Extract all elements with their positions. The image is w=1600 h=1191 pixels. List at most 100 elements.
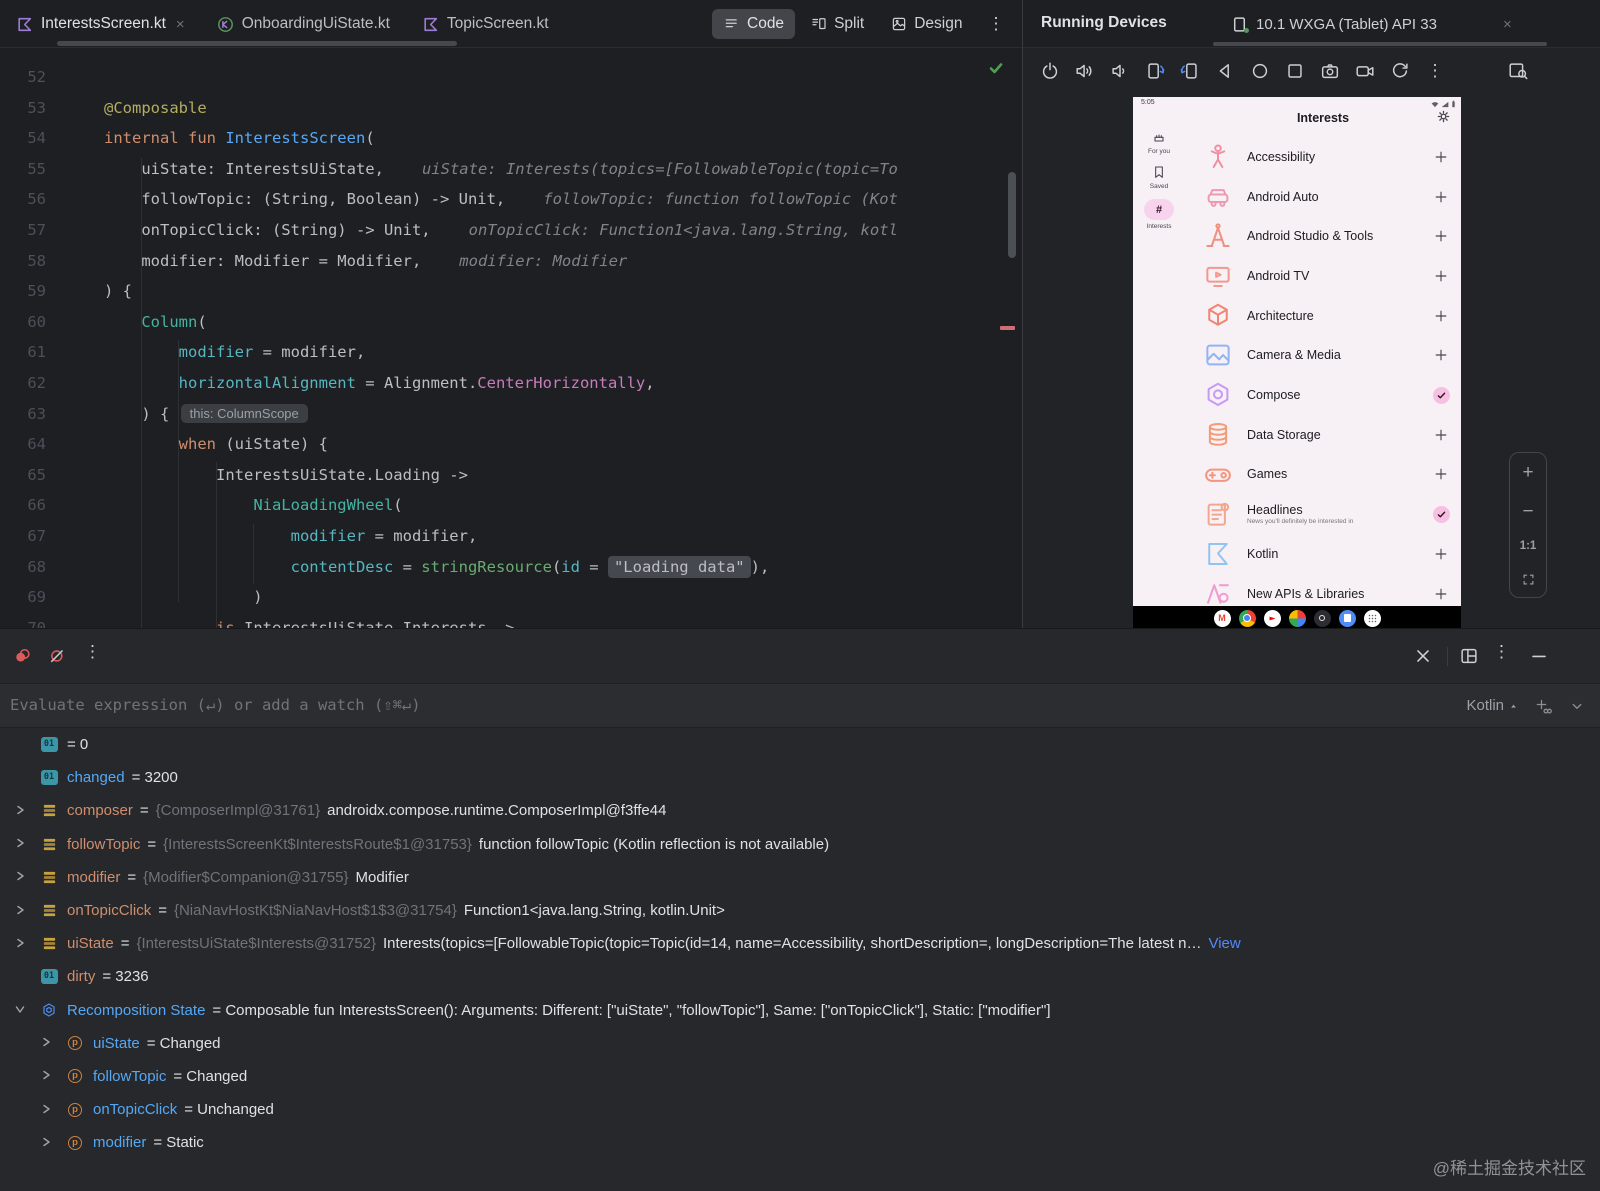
- restart-icon[interactable]: [1389, 60, 1411, 82]
- volume-down-icon[interactable]: [1109, 60, 1131, 82]
- chevron-right-icon[interactable]: [40, 1103, 58, 1117]
- code-line[interactable]: 53 @Composable: [0, 93, 1022, 124]
- topic-row-camera-media[interactable]: Camera & Media: [1185, 336, 1461, 376]
- watch-row-changed[interactable]: 01 changed = 3200: [0, 761, 1600, 794]
- code-line[interactable]: 57 onTopicClick: (String) -> Unit, onTopi…: [0, 215, 1022, 246]
- follow-plus-icon[interactable]: [1434, 467, 1448, 481]
- watch-row[interactable]: 01 = 0: [0, 728, 1600, 761]
- code-line[interactable]: 62 horizontalAlignment = Alignment.Cente…: [0, 368, 1022, 399]
- nav-rail-item-saved[interactable]: Saved: [1150, 164, 1168, 190]
- topic-row-compose[interactable]: Compose: [1185, 375, 1461, 415]
- code-line[interactable]: 66 NiaLoadingWheel(: [0, 490, 1022, 521]
- apps-app-icon[interactable]: [1363, 609, 1381, 627]
- follow-plus-icon[interactable]: [1434, 150, 1448, 164]
- mute-breakpoints-icon[interactable]: [46, 645, 68, 667]
- screenshot-icon[interactable]: [1319, 60, 1341, 82]
- power-icon[interactable]: [1039, 60, 1061, 82]
- code-line[interactable]: 61 modifier = modifier,: [0, 337, 1022, 368]
- chrome-app-icon[interactable]: [1238, 609, 1256, 627]
- editor-more-icon[interactable]: ⋮: [977, 14, 1014, 34]
- chevron-right-icon[interactable]: [40, 1069, 58, 1083]
- device-tab[interactable]: 10.1 WXGA (Tablet) API 33 ×: [1223, 0, 1520, 48]
- follow-plus-icon[interactable]: [1434, 309, 1448, 323]
- topic-row-data-storage[interactable]: Data Storage: [1185, 415, 1461, 455]
- watch-row-composer[interactable]: composer = {ComposerImpl@31761} androidx.co…: [0, 794, 1600, 827]
- watch-row-followtopic[interactable]: p followTopic = Changed: [0, 1060, 1600, 1093]
- watch-row-uistate[interactable]: uiState = {InterestsUiState$Interests@3175…: [0, 927, 1600, 960]
- followed-check-icon[interactable]: [1433, 505, 1450, 523]
- panel-more-icon[interactable]: ⋮: [1493, 642, 1515, 664]
- code-line[interactable]: 64 when (uiState) {: [0, 429, 1022, 460]
- watch-row-uistate[interactable]: p uiState = Changed: [0, 1027, 1600, 1060]
- breakpoints-icon[interactable]: [12, 645, 34, 667]
- code-line[interactable]: 52: [0, 62, 1022, 93]
- follow-plus-icon[interactable]: [1434, 229, 1448, 243]
- fit-screen-button[interactable]: [1521, 572, 1536, 587]
- code-line[interactable]: 55 uiState: InterestsUiState, uiState: In…: [0, 154, 1022, 185]
- followed-check-icon[interactable]: [1433, 386, 1450, 404]
- topic-row-kotlin[interactable]: Kotlin: [1185, 534, 1461, 574]
- add-watch-icon[interactable]: [1534, 697, 1552, 715]
- back-icon[interactable]: [1214, 60, 1236, 82]
- home-icon[interactable]: [1249, 60, 1271, 82]
- follow-plus-icon[interactable]: [1434, 428, 1448, 442]
- youtube-app-icon[interactable]: [1263, 609, 1281, 627]
- topic-row-android-studio-tools[interactable]: Android Studio & Tools: [1185, 216, 1461, 256]
- follow-plus-icon[interactable]: [1434, 269, 1448, 283]
- watch-row-modifier[interactable]: p modifier = Static: [0, 1126, 1600, 1159]
- topic-row-android-auto[interactable]: Android Auto: [1185, 177, 1461, 217]
- nav-rail-item-for-you[interactable]: For you: [1148, 129, 1170, 155]
- design-view-button[interactable]: Design: [879, 9, 973, 39]
- chevron-right-icon[interactable]: [40, 1036, 58, 1050]
- watch-row-modifier[interactable]: modifier = {Modifier$Companion@31755} Modif…: [0, 861, 1600, 894]
- close-panel-icon[interactable]: [1412, 645, 1434, 667]
- topic-row-games[interactable]: Games: [1185, 455, 1461, 495]
- watch-row-followtopic[interactable]: followTopic = {InterestsScreenKt$Interests…: [0, 828, 1600, 861]
- follow-plus-icon[interactable]: [1434, 587, 1448, 601]
- watch-row-dirty[interactable]: 01 dirty = 3236: [0, 960, 1600, 993]
- code-view-button[interactable]: Code: [712, 9, 796, 39]
- code-line[interactable]: 68 contentDesc = stringResource(id = "Lo…: [0, 552, 1022, 583]
- code-line[interactable]: 63 ) { this: ColumnScope: [0, 399, 1022, 430]
- chevron-right-icon[interactable]: [14, 804, 32, 818]
- chevron-right-icon[interactable]: [40, 1136, 58, 1150]
- split-view-button[interactable]: Split: [799, 9, 875, 39]
- screen-search-icon[interactable]: [1507, 60, 1529, 82]
- more-icon[interactable]: ⋮: [1424, 60, 1446, 82]
- zoom-out-button[interactable]: −: [1522, 502, 1533, 521]
- zoom-ratio-button[interactable]: 1:1: [1520, 540, 1537, 552]
- code-line[interactable]: 69 ): [0, 582, 1022, 613]
- watch-row-ontopicclick[interactable]: p onTopicClick = Unchanged: [0, 1093, 1600, 1126]
- topic-row-new-apis-libraries[interactable]: New APIs & Libraries: [1185, 574, 1461, 606]
- emulator-screen[interactable]: 5:05 Interests For you Saved # Interests Ac…: [1133, 97, 1461, 606]
- follow-plus-icon[interactable]: [1434, 190, 1448, 204]
- photos-app-icon[interactable]: [1288, 609, 1306, 627]
- code-line[interactable]: 54 internal fun InterestsScreen(: [0, 123, 1022, 154]
- topic-row-headlines[interactable]: Headlines News you'll definitely be inter…: [1185, 494, 1461, 534]
- android-app-icon[interactable]: [1313, 609, 1331, 627]
- zoom-in-button[interactable]: +: [1522, 463, 1533, 482]
- minimize-icon[interactable]: [1528, 645, 1550, 667]
- inspection-ok-icon[interactable]: [988, 60, 1004, 76]
- rotate-right-icon[interactable]: [1179, 60, 1201, 82]
- record-icon[interactable]: [1354, 60, 1376, 82]
- topic-row-architecture[interactable]: Architecture: [1185, 296, 1461, 336]
- code-line[interactable]: 58 modifier: Modifier = Modifier, modifie…: [0, 246, 1022, 277]
- device-tab-scrollbar[interactable]: [1213, 42, 1547, 46]
- follow-plus-icon[interactable]: [1434, 348, 1448, 362]
- close-device-tab-icon[interactable]: ×: [1503, 16, 1512, 33]
- code-line[interactable]: 60 Column(: [0, 307, 1022, 338]
- chevron-down-icon[interactable]: [14, 1003, 32, 1017]
- emulator-display[interactable]: 5:05 Interests For you Saved # Interests Ac…: [1133, 97, 1461, 630]
- overview-icon[interactable]: [1284, 60, 1306, 82]
- watch-row-recomposition-state[interactable]: Recomposition State = Composable fun Inte…: [0, 994, 1600, 1027]
- chevron-right-icon[interactable]: [14, 937, 32, 951]
- debugger-more-icon[interactable]: ⋮: [84, 642, 106, 664]
- rotate-left-icon[interactable]: [1144, 60, 1166, 82]
- gmail-app-icon[interactable]: M: [1213, 609, 1231, 627]
- volume-up-icon[interactable]: [1074, 60, 1096, 82]
- settings-gear-icon[interactable]: [1437, 110, 1450, 123]
- watch-row-ontopicclick[interactable]: onTopicClick = {NiaNavHostKt$NiaNavHost$1$…: [0, 894, 1600, 927]
- code-editor[interactable]: 52 53 @Composable 54 internal fun InterestsS…: [0, 48, 1022, 628]
- evaluate-expression-bar[interactable]: Evaluate expression (↵) or add a watch (…: [0, 683, 1600, 728]
